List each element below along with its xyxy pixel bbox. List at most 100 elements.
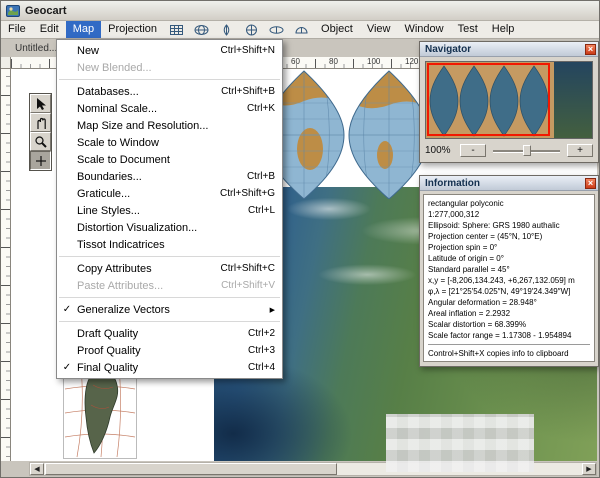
selection-tool[interactable] [30,94,51,113]
close-icon[interactable]: × [585,177,596,189]
info-line: x,y = [-8,206,134.243, +6,267,132.059] m [428,276,575,285]
menu-help[interactable]: Help [485,21,522,38]
menu-item-label: New [77,44,100,57]
oval-projection-icon[interactable] [264,21,289,38]
menu-item-draft-quality[interactable]: Draft Quality Ctrl+2 [57,325,282,342]
info-line: rectangular polyconic [428,199,504,208]
menu-file[interactable]: File [1,21,33,38]
sinusoidal-projection-icon[interactable] [214,21,239,38]
menu-item-label: Copy Attributes [77,262,152,275]
crosshair-tool[interactable] [30,151,51,170]
navigator-titlebar[interactable]: Navigator × [420,42,598,57]
menu-item-tissot-indicatrices[interactable]: Tissot Indicatrices [57,236,282,253]
menu-separator [59,79,280,80]
zoom-in-button[interactable]: + [567,144,593,157]
info-line: Ellipsoid: Sphere: GRS 1980 authalic [428,221,560,230]
info-line: Projection spin = 0° [428,243,498,252]
menu-item-shortcut: Ctrl+Shift+V [221,280,275,291]
info-line: Scale factor range = 1.17308 - 1.954894 [428,331,572,340]
menu-item-distortion-visualization[interactable]: Distortion Visualization... [57,219,282,236]
menu-item-map-size-and-resolution[interactable]: Map Size and Resolution... [57,117,282,134]
zoom-tool[interactable] [30,132,51,151]
menu-item-generalize-vectors[interactable]: ✓ Generalize Vectors ▶ [57,301,282,318]
menu-item-new[interactable]: New Ctrl+Shift+N [57,42,282,59]
menu-test[interactable]: Test [451,21,485,38]
menu-item-label: New Blended... [77,61,152,74]
map-menu-dropdown: New Ctrl+Shift+N New Blended... Databases… [56,39,283,379]
menubar: File Edit Map Projection Object View Win… [1,21,599,39]
hand-icon [36,117,46,129]
menu-separator [59,297,280,298]
ruler-number: 120 [405,57,419,66]
close-icon[interactable]: × [585,43,596,55]
menu-item-scale-to-document[interactable]: Scale to Document [57,151,282,168]
submenu-arrow-icon: ▶ [269,306,275,314]
tool-palette [29,93,52,171]
ruler-number: 80 [329,57,338,66]
menu-item-scale-to-window[interactable]: Scale to Window [57,134,282,151]
zoom-slider[interactable] [491,144,562,157]
menu-object[interactable]: Object [314,21,360,38]
crosshair-icon [35,155,46,166]
information-titlebar[interactable]: Information × [420,176,598,191]
menu-item-shortcut: Ctrl+3 [248,345,275,356]
info-footer: Control+Shift+X copies info to clipboard [428,349,569,358]
titlebar[interactable]: Geocart [1,1,599,21]
south-america-map[interactable] [63,365,137,459]
menu-item-label: Line Styles... [77,204,140,217]
menu-item-nominal-scale[interactable]: Nominal Scale... Ctrl+K [57,100,282,117]
menu-item-copy-attributes[interactable]: Copy Attributes Ctrl+Shift+C [57,260,282,277]
info-separator [428,344,590,345]
menu-item-shortcut: Ctrl+K [246,103,275,114]
scrollbar-thumb[interactable] [45,463,337,475]
menu-view[interactable]: View [360,21,398,38]
menu-item-final-quality[interactable]: ✓ Final Quality Ctrl+4 [57,359,282,376]
view-rectangle[interactable] [427,63,550,136]
menu-item-shortcut: Ctrl+2 [248,328,275,339]
info-line: Projection center = (45°N, 10°E) [428,232,543,241]
menu-item-databases[interactable]: Databases... Ctrl+Shift+B [57,83,282,100]
menu-projection[interactable]: Projection [101,21,164,38]
information-body: rectangular polyconic 1:277,000,312 Elli… [423,194,595,362]
menu-item-label: Final Quality [77,361,139,374]
menu-item-shortcut: Ctrl+4 [248,362,275,373]
ellipse-projection-icon[interactable] [189,21,214,38]
menu-item-graticule[interactable]: Graticule... Ctrl+Shift+G [57,185,282,202]
menu-item-label: Generalize Vectors [77,303,170,316]
menu-map[interactable]: Map [65,21,102,38]
check-icon: ✓ [62,362,72,373]
navigator-thumbnail[interactable] [425,61,593,139]
menu-window[interactable]: Window [397,21,450,38]
menu-item-shortcut: Ctrl+Shift+B [221,86,275,97]
menu-item-label: Paste Attributes... [77,279,164,292]
zoom-out-button[interactable]: - [460,144,486,157]
menu-item-label: Graticule... [77,187,131,200]
scroll-right-button[interactable]: ▶ [582,463,596,475]
menu-edit[interactable]: Edit [33,21,66,38]
hemisphere-projection-icon[interactable] [289,21,314,38]
ruler-number: 100 [367,57,381,66]
information-title: Information [425,177,480,189]
azimuthal-projection-icon[interactable] [239,21,264,38]
workspace: Untitled... 60 80 100 120 ◀ ▶ Navigator … [1,39,599,477]
menu-separator [59,321,280,322]
zoom-slider-thumb[interactable] [522,145,531,156]
menu-item-label: Nominal Scale... [77,102,158,115]
arrow-cursor-icon [37,97,46,110]
hand-tool[interactable] [30,113,51,132]
menu-item-shortcut: Ctrl+Shift+N [220,45,275,56]
menu-separator [59,256,280,257]
vertical-ruler [1,57,11,461]
menu-item-label: Tissot Indicatrices [77,238,165,251]
info-line: Standard parallel = 45° [428,265,510,274]
document-title: Untitled... [15,43,58,54]
menu-item-proof-quality[interactable]: Proof Quality Ctrl+3 [57,342,282,359]
menu-item-boundaries[interactable]: Boundaries... Ctrl+B [57,168,282,185]
scroll-left-button[interactable]: ◀ [30,463,44,475]
menu-item-shortcut: Ctrl+L [248,205,275,216]
navigator-palette: Navigator × 100% - + [419,41,599,163]
check-icon: ✓ [62,304,72,315]
grid-icon[interactable] [164,21,189,38]
menu-item-label: Draft Quality [77,327,139,340]
menu-item-line-styles[interactable]: Line Styles... Ctrl+L [57,202,282,219]
